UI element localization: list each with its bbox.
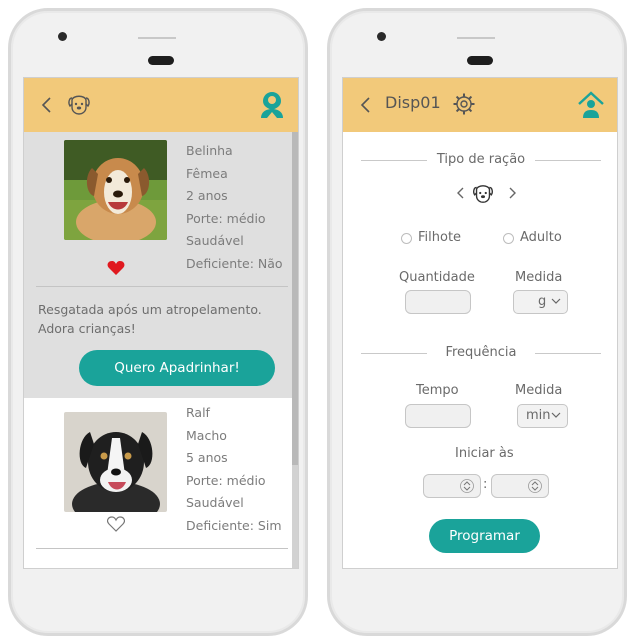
feeder-config-screen: Disp01 Tipo de ração Filhote Adulto Quan… [342, 77, 618, 569]
front-camera [58, 32, 67, 41]
pet-disabled: Deficiente: Sim [186, 517, 282, 533]
heart-icon[interactable] [107, 260, 125, 276]
section-title-food: Tipo de ração [436, 152, 526, 167]
pet-photo[interactable] [64, 140, 167, 240]
front-camera [377, 32, 386, 41]
pet-card: Ralf Macho 5 anos Porte: médio Saudável … [24, 398, 294, 568]
quantity-input[interactable] [405, 290, 471, 314]
pet-age: 5 anos [186, 450, 228, 466]
pet-list-screen: Belinha Fêmea 2 anos Porte: médio Saudáv… [23, 77, 299, 569]
section-title-frequency: Frequência [445, 345, 517, 360]
time-label: Tempo [416, 383, 459, 398]
pet-feed[interactable]: Belinha Fêmea 2 anos Porte: médio Saudáv… [24, 132, 294, 568]
back-chevron-icon[interactable] [38, 94, 56, 116]
radio-puppy-label: Filhote [418, 230, 462, 245]
radio-puppy[interactable] [401, 233, 412, 244]
gear-icon[interactable] [452, 92, 476, 116]
prev-chevron-icon[interactable] [455, 186, 467, 200]
measure-label-2: Medida [515, 383, 563, 398]
pet-name: Ralf [186, 405, 210, 420]
radio-adult[interactable] [503, 233, 514, 244]
chevron-down-icon [551, 412, 561, 418]
chevron-down-icon [551, 298, 561, 304]
home-person-icon[interactable] [258, 90, 286, 120]
measure-label: Medida [515, 270, 563, 285]
earpiece [148, 56, 174, 65]
earpiece [467, 56, 493, 65]
sponsor-button[interactable]: Quero Apadrinhar! [79, 350, 275, 386]
spinner-arrows-icon [528, 479, 542, 493]
pet-photo[interactable] [64, 412, 167, 512]
minute-spinner[interactable] [491, 474, 549, 498]
pet-disabled: Deficiente: Não [186, 255, 283, 271]
radio-adult-label: Adulto [520, 230, 562, 245]
pet-info: Belinha Fêmea 2 anos Porte: médio Saudáv… [186, 140, 283, 276]
dog-face-icon[interactable] [66, 91, 92, 117]
scroll-thumb[interactable] [292, 132, 298, 465]
pet-sex: Fêmea [186, 165, 228, 181]
start-label: Iniciar às [455, 446, 514, 461]
time-separator: : [483, 477, 488, 492]
program-button[interactable]: Programar [429, 519, 540, 553]
heart-outline-icon[interactable] [107, 516, 125, 532]
phone-right: Disp01 Tipo de ração Filhote Adulto Quan… [327, 8, 627, 636]
divider [36, 286, 288, 287]
pet-description: Resgatada após um atropelamento. Adora c… [38, 302, 262, 336]
app-bar [24, 78, 298, 132]
scrollbar[interactable] [292, 132, 298, 568]
pet-info: Ralf Macho 5 anos Porte: médio Saudável … [186, 402, 282, 538]
pet-age: 2 anos [186, 188, 228, 204]
pet-card: Belinha Fêmea 2 anos Porte: médio Saudáv… [24, 132, 294, 398]
time-measure-select[interactable]: min [517, 404, 568, 428]
divider [36, 548, 288, 549]
app-bar: Disp01 [343, 78, 617, 132]
home-person-icon[interactable] [577, 90, 605, 120]
time-measure-select-value: min [526, 408, 551, 423]
time-input[interactable] [405, 404, 471, 428]
pet-health: Saudável [186, 233, 244, 249]
pet-size: Porte: médio [186, 210, 266, 226]
measure-select[interactable]: g [513, 290, 568, 314]
device-title: Disp01 [385, 93, 441, 112]
pet-name: Belinha [186, 143, 233, 158]
speaker-grille [138, 37, 176, 39]
back-chevron-icon[interactable] [357, 94, 375, 116]
hour-spinner[interactable] [423, 474, 481, 498]
speaker-grille [457, 37, 495, 39]
measure-select-value: g [538, 294, 547, 309]
pet-size: Porte: médio [186, 472, 266, 488]
spinner-arrows-icon [460, 479, 474, 493]
pet-sex: Macho [186, 427, 227, 443]
quantity-label: Quantidade [399, 270, 475, 285]
next-chevron-icon[interactable] [506, 186, 518, 200]
dog-face-icon [473, 185, 493, 203]
pet-health: Saudável [186, 495, 244, 511]
phone-left: Belinha Fêmea 2 anos Porte: médio Saudáv… [8, 8, 308, 636]
